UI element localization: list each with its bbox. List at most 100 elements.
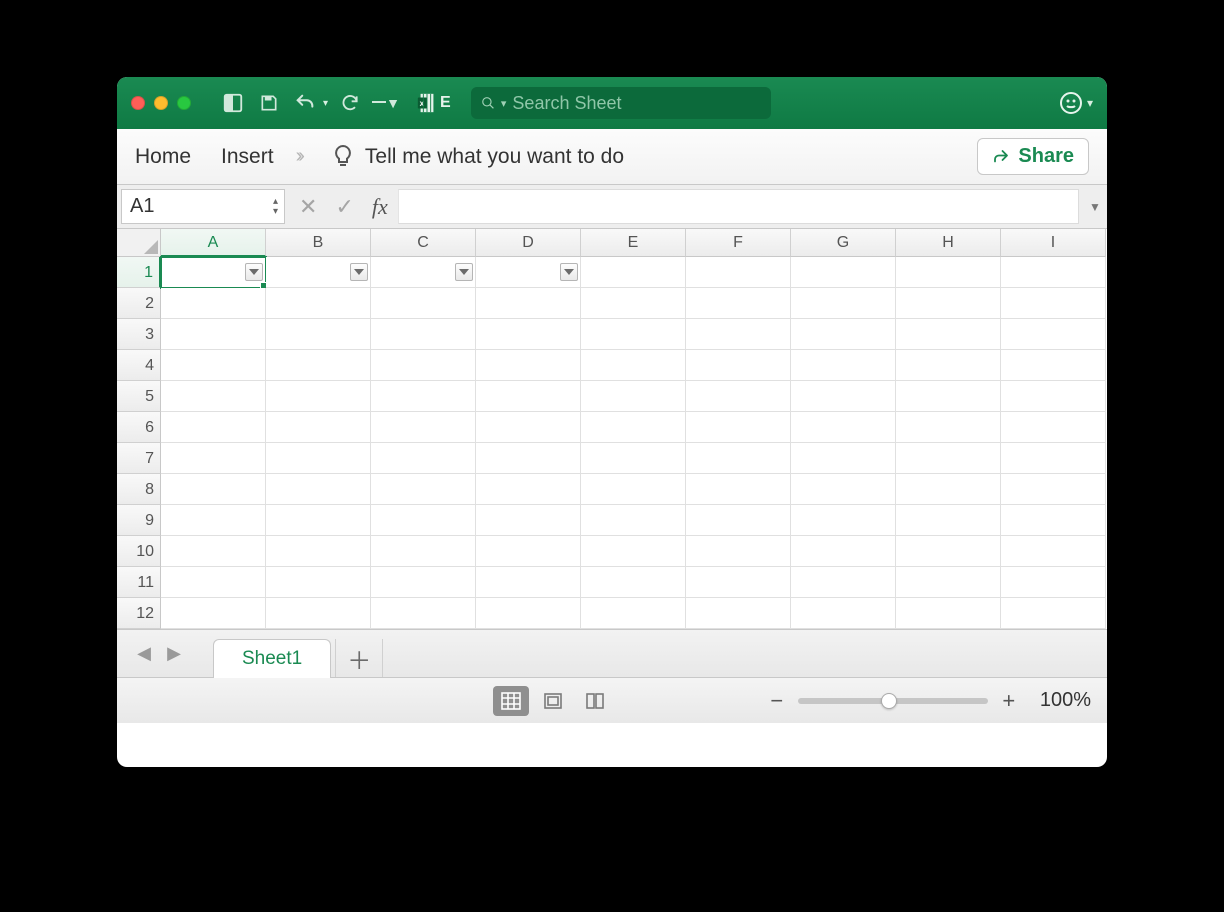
- cell-B5[interactable]: [266, 381, 371, 412]
- cell-F11[interactable]: [686, 567, 791, 598]
- cell-D6[interactable]: [476, 412, 581, 443]
- cell-I1[interactable]: [1001, 257, 1106, 288]
- column-header-E[interactable]: E: [581, 229, 686, 257]
- row-header-8[interactable]: 8: [117, 474, 161, 505]
- cell-E10[interactable]: [581, 536, 686, 567]
- cell-C9[interactable]: [371, 505, 476, 536]
- cell-G9[interactable]: [791, 505, 896, 536]
- cell-F6[interactable]: [686, 412, 791, 443]
- cell-D12[interactable]: [476, 598, 581, 629]
- sheet-tab-active[interactable]: Sheet1: [213, 639, 331, 678]
- cell-A11[interactable]: [161, 567, 266, 598]
- prev-sheet-button[interactable]: ◀: [129, 638, 159, 668]
- redo-icon[interactable]: [336, 89, 364, 117]
- cell-B1[interactable]: [266, 257, 371, 288]
- row-header-1[interactable]: 1: [117, 257, 161, 288]
- cell-F5[interactable]: [686, 381, 791, 412]
- filter-dropdown-A[interactable]: [245, 263, 263, 281]
- cell-E11[interactable]: [581, 567, 686, 598]
- cell-I5[interactable]: [1001, 381, 1106, 412]
- cell-A2[interactable]: [161, 288, 266, 319]
- filter-dropdown-C[interactable]: [455, 263, 473, 281]
- feedback-button[interactable]: ▾: [1059, 91, 1093, 115]
- row-header-2[interactable]: 2: [117, 288, 161, 319]
- view-normal-button[interactable]: [493, 686, 529, 716]
- cell-F4[interactable]: [686, 350, 791, 381]
- save-icon[interactable]: [255, 89, 283, 117]
- cell-D7[interactable]: [476, 443, 581, 474]
- cell-C3[interactable]: [371, 319, 476, 350]
- cell-E8[interactable]: [581, 474, 686, 505]
- cell-G10[interactable]: [791, 536, 896, 567]
- cell-D5[interactable]: [476, 381, 581, 412]
- cell-C8[interactable]: [371, 474, 476, 505]
- add-sheet-button[interactable]: ＋: [335, 639, 383, 677]
- cell-I11[interactable]: [1001, 567, 1106, 598]
- cell-G11[interactable]: [791, 567, 896, 598]
- enter-formula-button[interactable]: ✓: [335, 194, 353, 220]
- cell-E5[interactable]: [581, 381, 686, 412]
- cell-B2[interactable]: [266, 288, 371, 319]
- name-box-stepper[interactable]: ▴▾: [273, 198, 278, 216]
- cell-D1[interactable]: [476, 257, 581, 288]
- cell-D3[interactable]: [476, 319, 581, 350]
- cell-G2[interactable]: [791, 288, 896, 319]
- view-page-layout-button[interactable]: [535, 686, 571, 716]
- row-header-9[interactable]: 9: [117, 505, 161, 536]
- cell-G8[interactable]: [791, 474, 896, 505]
- minimize-window-button[interactable]: [154, 96, 168, 110]
- cell-B4[interactable]: [266, 350, 371, 381]
- cell-G4[interactable]: [791, 350, 896, 381]
- cell-G3[interactable]: [791, 319, 896, 350]
- cell-E3[interactable]: [581, 319, 686, 350]
- column-header-G[interactable]: G: [791, 229, 896, 257]
- cell-E4[interactable]: [581, 350, 686, 381]
- cell-A9[interactable]: [161, 505, 266, 536]
- cell-E7[interactable]: [581, 443, 686, 474]
- cell-A1[interactable]: [161, 257, 266, 288]
- cell-B6[interactable]: [266, 412, 371, 443]
- cell-I3[interactable]: [1001, 319, 1106, 350]
- cell-C4[interactable]: [371, 350, 476, 381]
- filter-dropdown-D[interactable]: [560, 263, 578, 281]
- row-header-4[interactable]: 4: [117, 350, 161, 381]
- cell-I10[interactable]: [1001, 536, 1106, 567]
- row-header-11[interactable]: 11: [117, 567, 161, 598]
- cell-H1[interactable]: [896, 257, 1001, 288]
- cell-D9[interactable]: [476, 505, 581, 536]
- share-button[interactable]: Share: [977, 138, 1089, 175]
- row-header-3[interactable]: 3: [117, 319, 161, 350]
- filter-dropdown-B[interactable]: [350, 263, 368, 281]
- zoom-out-button[interactable]: −: [768, 688, 786, 714]
- row-header-5[interactable]: 5: [117, 381, 161, 412]
- row-header-10[interactable]: 10: [117, 536, 161, 567]
- column-header-F[interactable]: F: [686, 229, 791, 257]
- cell-C1[interactable]: [371, 257, 476, 288]
- row-header-7[interactable]: 7: [117, 443, 161, 474]
- column-header-C[interactable]: C: [371, 229, 476, 257]
- more-tabs-icon[interactable]: ››: [296, 145, 301, 168]
- row-header-6[interactable]: 6: [117, 412, 161, 443]
- cell-F7[interactable]: [686, 443, 791, 474]
- column-header-D[interactable]: D: [476, 229, 581, 257]
- cell-D10[interactable]: [476, 536, 581, 567]
- zoom-slider-thumb[interactable]: [881, 693, 897, 709]
- cell-A7[interactable]: [161, 443, 266, 474]
- cell-A3[interactable]: [161, 319, 266, 350]
- cell-G5[interactable]: [791, 381, 896, 412]
- cell-C5[interactable]: [371, 381, 476, 412]
- cell-B11[interactable]: [266, 567, 371, 598]
- cell-A6[interactable]: [161, 412, 266, 443]
- cell-B8[interactable]: [266, 474, 371, 505]
- row-header-12[interactable]: 12: [117, 598, 161, 629]
- cell-I4[interactable]: [1001, 350, 1106, 381]
- cell-A12[interactable]: [161, 598, 266, 629]
- cell-F9[interactable]: [686, 505, 791, 536]
- cell-B7[interactable]: [266, 443, 371, 474]
- cell-C6[interactable]: [371, 412, 476, 443]
- cell-G7[interactable]: [791, 443, 896, 474]
- tab-home[interactable]: Home: [135, 145, 191, 169]
- cell-F10[interactable]: [686, 536, 791, 567]
- cell-I2[interactable]: [1001, 288, 1106, 319]
- cells-area[interactable]: [161, 257, 1107, 629]
